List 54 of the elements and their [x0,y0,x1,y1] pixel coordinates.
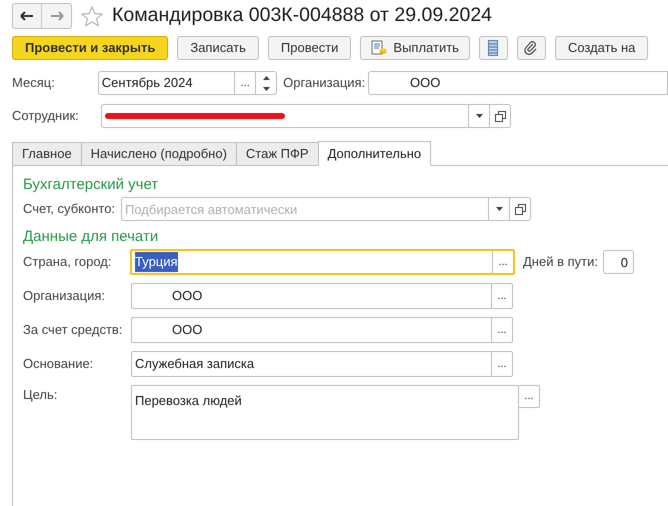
text-field[interactable]: Служебная записка ... [131,351,513,377]
open-window-icon [494,110,506,122]
dropdown-caret-icon [476,114,482,118]
tab[interactable]: Стаж ПФР [236,142,319,166]
list-icon [488,40,498,56]
organization-field[interactable]: ООО [368,71,668,95]
document-coins-icon [371,40,388,56]
select-button[interactable]: ... [491,284,512,308]
field-label: Месяц: [12,74,56,92]
select-button[interactable]: ... [519,385,540,408]
dropdown-caret-icon [496,207,502,211]
field-label: Организация: [23,287,106,306]
account-field[interactable]: Подбирается автоматически [121,197,488,221]
field-label: Сотрудник: [12,107,80,126]
month-field[interactable]: Сентябрь 2024 ... [98,71,278,95]
select-button[interactable]: ... [492,251,513,273]
days-field[interactable]: 0 [602,250,634,274]
tab[interactable]: Начислено (подробно) [80,142,237,166]
field-label: Цель: [23,386,58,404]
field-label: Основание: [23,355,94,374]
spin-down-icon[interactable] [262,86,270,90]
purpose-field[interactable]: Перевозка людей [131,385,519,440]
employee-field[interactable] [101,104,511,128]
payout-button[interactable]: Выплатить [360,36,470,60]
window-title: Командировка 003К-004888 от 29.09.2024 [112,3,492,28]
text-field[interactable]: ООО ... [131,317,513,343]
open-button[interactable] [510,197,531,221]
dropdown-button[interactable] [488,197,510,221]
open-window-icon [514,204,526,214]
section-heading: Данные для печати [23,227,160,246]
post-and-close-button[interactable]: Провести и закрыть [12,36,168,60]
right-arrow-icon [50,11,64,21]
spin-up-icon[interactable] [262,76,270,80]
tab[interactable]: Главное [12,142,82,166]
field-label: За счет средств: [23,321,124,340]
favorite-star-icon[interactable] [81,6,103,26]
toolbar-button[interactable]: Записать [177,36,259,60]
toolbar-button[interactable]: Создать на [554,36,648,60]
section-heading: Бухгалтерский учет [23,175,160,194]
list-button[interactable] [478,36,508,60]
field-label: Организация: [283,74,366,92]
field-label: Дней в пути: [523,253,598,272]
select-button[interactable]: ... [234,72,256,94]
left-arrow-icon [20,11,34,21]
field-label: Страна, город: [23,253,112,272]
field-label: Счет, субконто: [23,200,116,218]
tab[interactable]: Дополнительно [318,141,432,166]
select-button[interactable]: ... [491,352,512,376]
paperclip-icon [524,41,538,55]
toolbar-button[interactable]: Провести [268,36,352,60]
select-button[interactable]: ... [491,318,512,342]
attach-button[interactable] [516,36,546,60]
text-field[interactable]: ООО ... [131,283,513,309]
text-field[interactable]: Турция ... [130,249,515,275]
